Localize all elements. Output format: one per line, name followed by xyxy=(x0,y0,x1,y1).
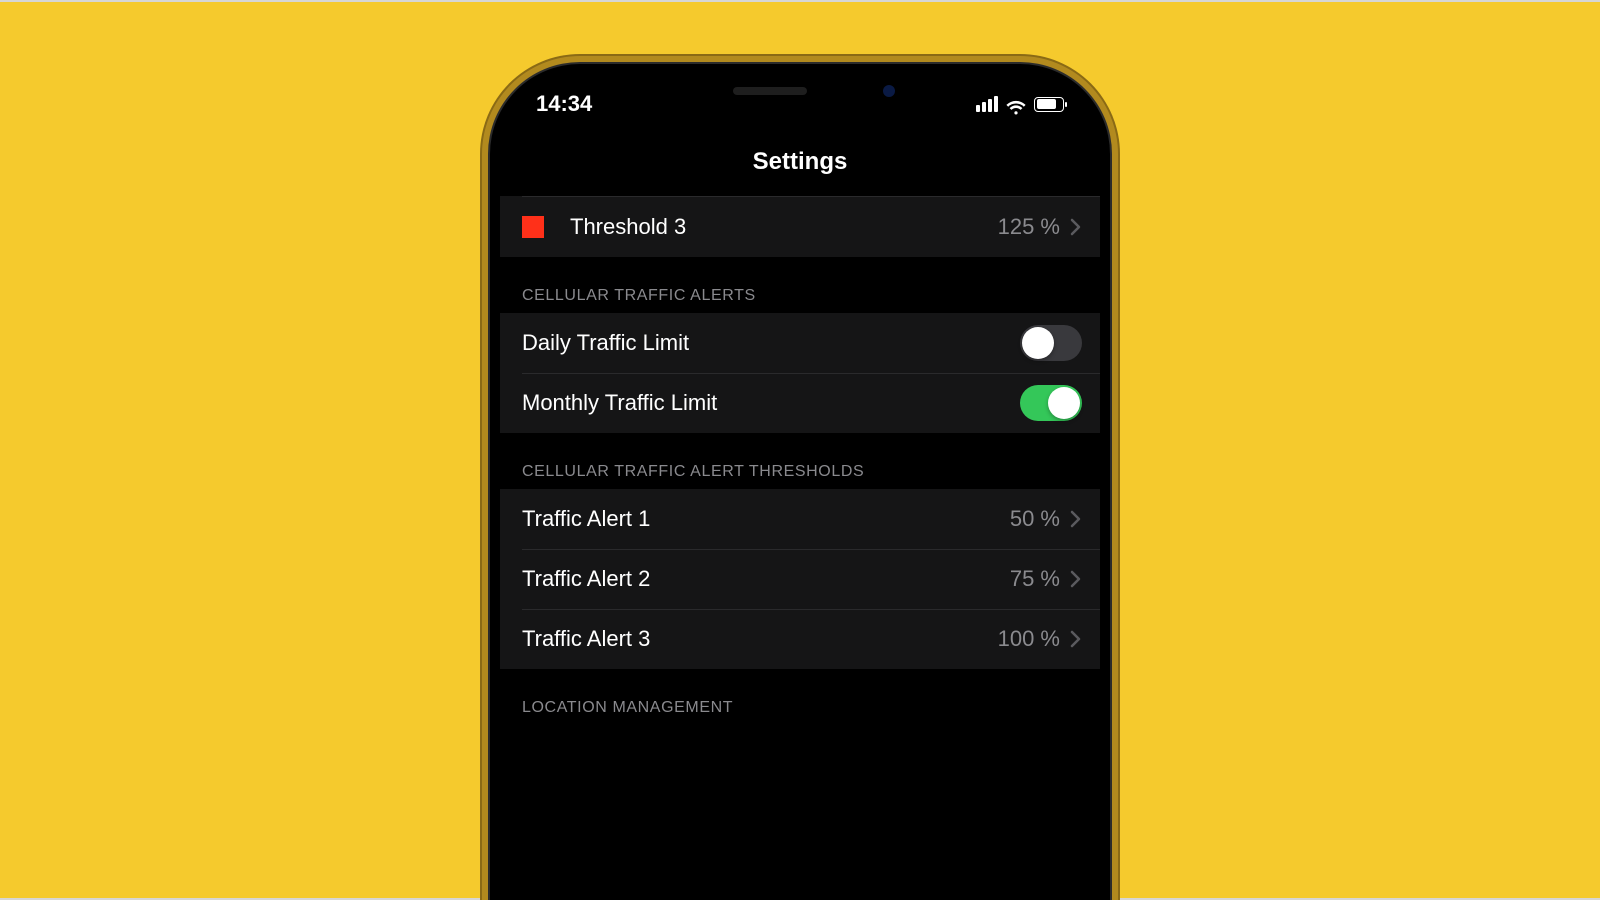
row-traffic-alert-1[interactable]: Traffic Alert 1 50 % xyxy=(500,489,1100,549)
row-label: Traffic Alert 1 xyxy=(522,506,1010,532)
row-traffic-alert-3[interactable]: Traffic Alert 3 100 % xyxy=(500,609,1100,669)
screen: 14:34 Settings Threshold 3 xyxy=(500,74,1100,900)
chevron-right-icon xyxy=(1070,570,1082,588)
list-wifi-thresholds: Threshold 3 125 % xyxy=(500,196,1100,257)
battery-icon xyxy=(1034,97,1064,112)
chevron-right-icon xyxy=(1070,218,1082,236)
row-value: 125 % xyxy=(998,214,1060,240)
row-label: Daily Traffic Limit xyxy=(522,330,1020,356)
status-time: 14:34 xyxy=(536,91,592,117)
row-traffic-alert-2[interactable]: Traffic Alert 2 75 % xyxy=(500,549,1100,609)
chevron-right-icon xyxy=(1070,630,1082,648)
threshold-color-swatch xyxy=(522,216,544,238)
row-value: 100 % xyxy=(998,626,1060,652)
row-label: Monthly Traffic Limit xyxy=(522,390,1020,416)
row-daily-traffic-limit: Daily Traffic Limit xyxy=(500,313,1100,373)
row-threshold-3[interactable]: Threshold 3 125 % xyxy=(500,197,1100,257)
settings-content[interactable]: Threshold 3 125 % CELLULAR TRAFFIC ALERT… xyxy=(500,190,1100,725)
group-header: CELLULAR TRAFFIC ALERTS xyxy=(500,287,1100,313)
group-wifi-thresholds-partial: Threshold 3 125 % xyxy=(500,196,1100,257)
row-value: 50 % xyxy=(1010,506,1060,532)
group-location-management: LOCATION MANAGEMENT xyxy=(500,699,1100,725)
group-cellular-alert-thresholds: CELLULAR TRAFFIC ALERT THRESHOLDS Traffi… xyxy=(500,463,1100,669)
status-right-cluster xyxy=(976,96,1064,112)
nav-bar: Settings xyxy=(500,134,1100,190)
group-header: LOCATION MANAGEMENT xyxy=(500,699,1100,725)
cellular-signal-icon xyxy=(976,96,998,112)
group-header: CELLULAR TRAFFIC ALERT THRESHOLDS xyxy=(500,463,1100,489)
toggle-monthly-traffic-limit[interactable] xyxy=(1020,385,1082,421)
row-label: Traffic Alert 3 xyxy=(522,626,998,652)
notch xyxy=(670,74,930,108)
group-cellular-traffic-alerts: CELLULAR TRAFFIC ALERTS Daily Traffic Li… xyxy=(500,287,1100,433)
list-traffic-alerts: Daily Traffic Limit Monthly Traffic Limi… xyxy=(500,313,1100,433)
row-value: 75 % xyxy=(1010,566,1060,592)
front-camera xyxy=(883,85,895,97)
row-label: Threshold 3 xyxy=(570,214,998,240)
phone-frame: 14:34 Settings Threshold 3 xyxy=(490,64,1110,900)
toggle-daily-traffic-limit[interactable] xyxy=(1020,325,1082,361)
row-label: Traffic Alert 2 xyxy=(522,566,1010,592)
list-alert-thresholds: Traffic Alert 1 50 % Traffic Alert 2 75 … xyxy=(500,489,1100,669)
page-title: Settings xyxy=(753,148,848,176)
wifi-icon xyxy=(1006,96,1026,112)
chevron-right-icon xyxy=(1070,510,1082,528)
speaker-grille xyxy=(733,87,807,95)
row-monthly-traffic-limit: Monthly Traffic Limit xyxy=(500,373,1100,433)
